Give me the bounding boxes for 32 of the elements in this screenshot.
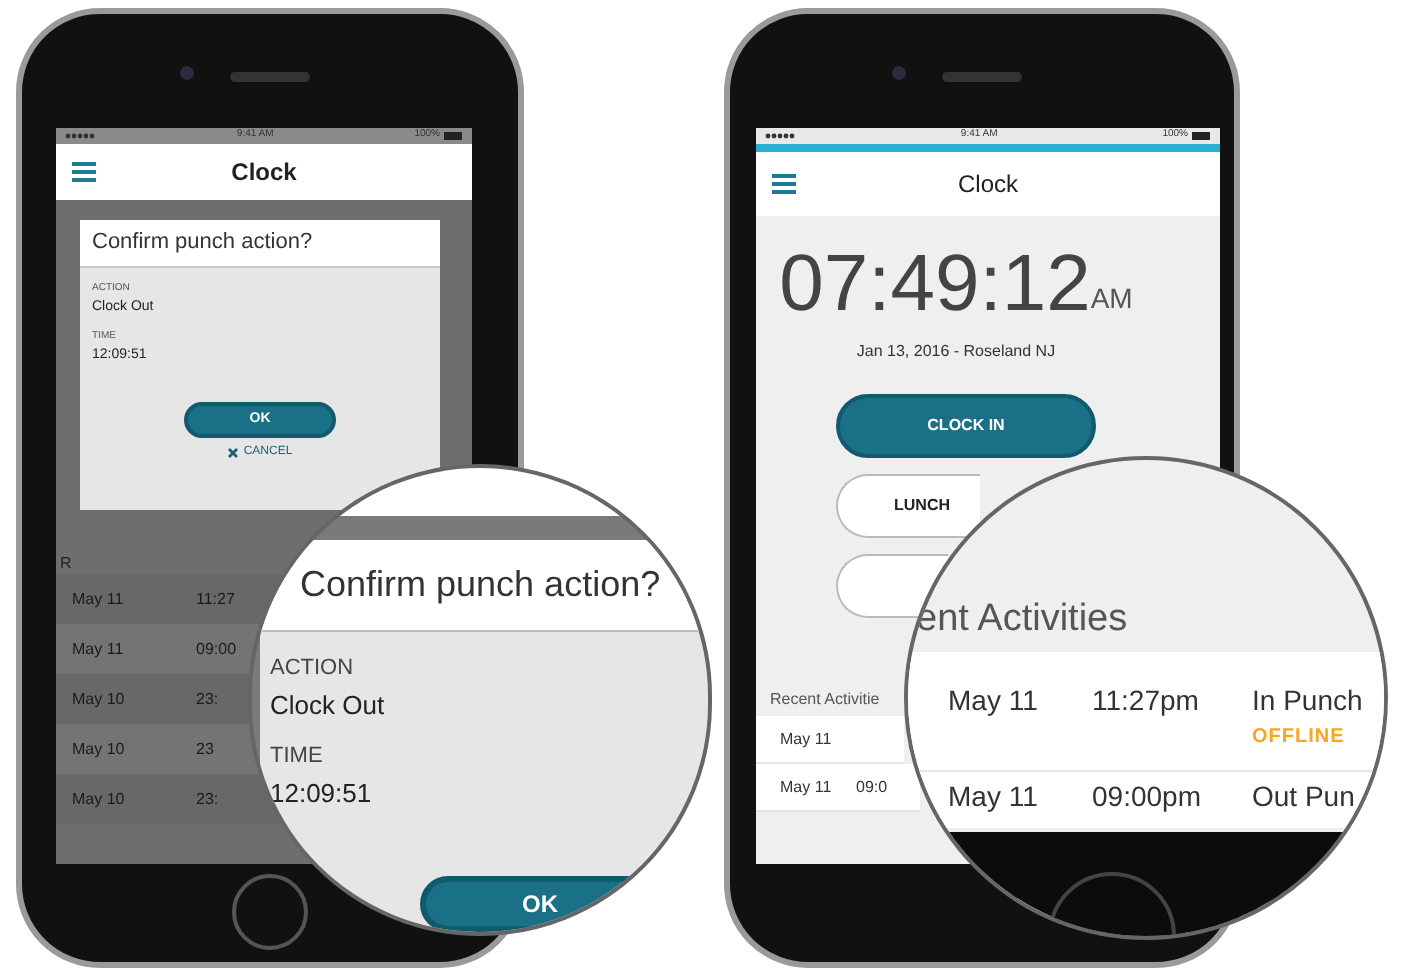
list-heading: R [58,552,74,574]
field-label: TIME [270,742,325,772]
status-label: OFFLINE [1252,724,1347,752]
row-date: May 11 [780,775,834,799]
row-time: 11:27pm [1092,682,1201,720]
row-date: May 10 [72,787,127,811]
row-date: May 11 [948,778,1040,816]
clock-period: AM [1090,280,1133,318]
date-location: Jan 13, 2016 - Roseland NJ [856,340,1056,364]
row-date: May 11 [72,587,126,611]
field-label: ACTION [270,654,356,684]
row-date: May 11 [948,682,1040,720]
dialog-title: Confirm punch action? [92,228,313,259]
row-date: May 11 [72,637,126,661]
header-title: Clock [957,168,1018,202]
section-heading: Recent Activitie [770,688,880,712]
row-type: In Punch [1252,682,1363,720]
row-date: May 10 [72,687,127,711]
row-date: May 11 [780,727,834,751]
row-time: 23: [196,787,219,811]
row-type: Out Pun [1252,778,1355,816]
clock-time: 07:49:12 [779,244,1091,324]
field-value: 12:09:51 [270,775,374,811]
row-time: 23: [196,687,219,711]
row-time: 11:27 [196,587,235,611]
field-value: Clock Out [270,687,387,723]
row-date: May 10 [72,737,127,761]
row-time: 09:0 [856,775,888,799]
row-time: 23 [196,737,214,761]
header-title: Clock [231,156,297,190]
row-time: 09:00pm [1092,778,1203,816]
row-time: 09:00 [196,637,237,661]
